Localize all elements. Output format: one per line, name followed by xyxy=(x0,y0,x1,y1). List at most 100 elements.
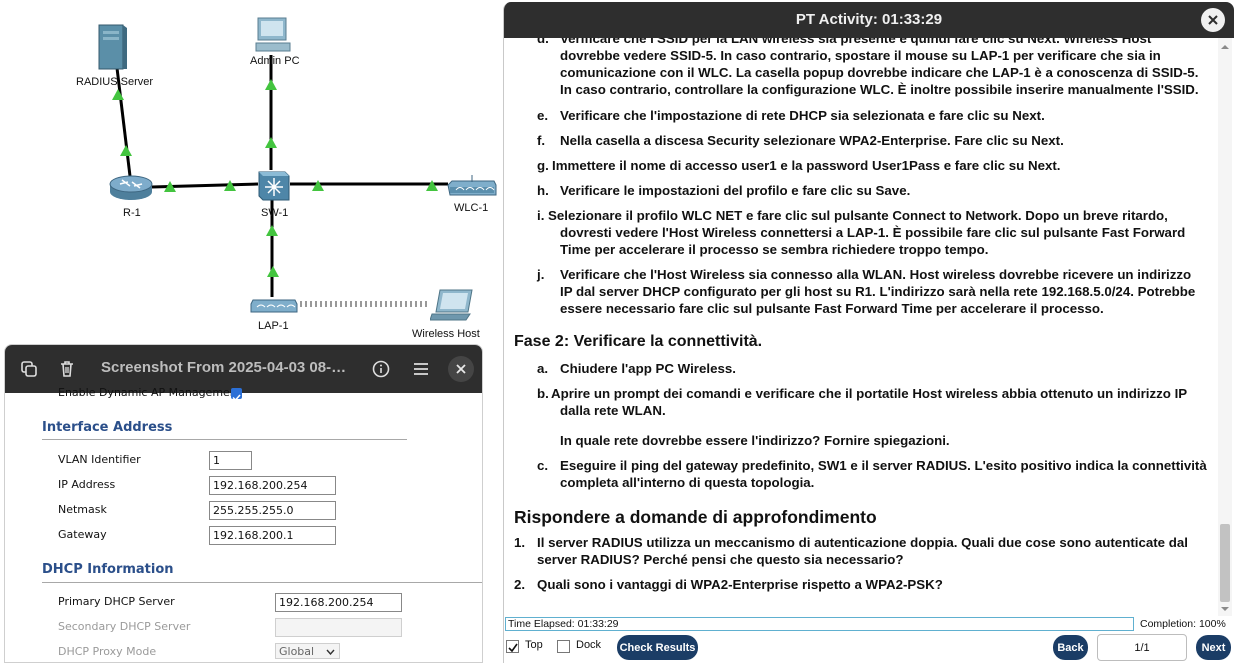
activity-title: PT Activity: 01:33:29 xyxy=(795,11,943,28)
delete-button[interactable] xyxy=(53,355,81,383)
scroll-down-icon[interactable] xyxy=(1218,604,1232,614)
router-label: R-1 xyxy=(123,207,141,219)
gateway-input[interactable]: 192.168.200.1 xyxy=(209,526,336,545)
list-marker: g. xyxy=(537,158,549,173)
completion-percent: Completion: 100% xyxy=(1140,618,1226,630)
question-text: Quali sono i vantaggi di WPA2-Enterprise… xyxy=(537,577,943,592)
list-marker: f. xyxy=(537,133,546,148)
list-item: 2. Quali sono i vantaggi di WPA2-Enterpr… xyxy=(514,576,1214,593)
checkmark-icon xyxy=(232,394,241,402)
instruction-text: In caso contrario, controllare la config… xyxy=(560,82,1199,97)
divider xyxy=(42,582,482,583)
dhcp-proxy-mode-label: DHCP Proxy Mode xyxy=(58,645,157,658)
dynamic-ap-checkbox[interactable] xyxy=(231,388,242,402)
divider xyxy=(42,439,407,440)
instruction-text: Chiudere l'app PC Wireless. xyxy=(560,361,736,376)
switch-icon[interactable] xyxy=(255,168,291,204)
menu-button[interactable] xyxy=(407,355,435,383)
instruction-text: Verificare le impostazioni del profilo e… xyxy=(560,183,911,198)
instruction-text: Verificare che l'impostazione di rete DH… xyxy=(560,108,1045,123)
dhcp-proxy-mode-select[interactable]: Global xyxy=(275,643,340,659)
question-text: server RADIUS? Perché pensi che questo s… xyxy=(537,552,904,567)
instruction-text: Time per accelerare il processo se sembr… xyxy=(560,242,989,257)
list-item: 1. Il server RADIUS utilizza un meccanis… xyxy=(514,534,1214,568)
instruction-text: essere necessario fare clic sul pulsante… xyxy=(560,301,1104,316)
netmask-label: Netmask xyxy=(58,503,107,516)
list-item: h. Verificare le impostazioni del profil… xyxy=(537,182,1217,199)
wlc-icon[interactable] xyxy=(446,175,498,199)
dhcp-information-heading: DHCP Information xyxy=(42,562,174,577)
properties-button[interactable] xyxy=(367,355,395,383)
list-item: i. Selezionare il profilo WLC NET e fare… xyxy=(537,207,1217,258)
secondary-dhcp-input[interactable] xyxy=(275,618,402,637)
scroll-up-icon[interactable] xyxy=(1218,42,1232,52)
list-marker: 2. xyxy=(514,577,526,592)
copy-button[interactable] xyxy=(15,355,43,383)
checkmark-icon xyxy=(508,643,518,653)
next-button[interactable]: Next xyxy=(1196,635,1231,660)
instruction-text: comunicazione con il WLC. La casella pop… xyxy=(560,65,1199,80)
secondary-dhcp-label: Secondary DHCP Server xyxy=(58,620,191,633)
viewer-title: Screenshot From 2025-04-03 08-… xyxy=(101,359,347,376)
list-item: g. Immettere il nome di accesso user1 e … xyxy=(537,157,1217,174)
primary-dhcp-label: Primary DHCP Server xyxy=(58,595,175,608)
instruction-text: dovrebbe vedere SSID-5. In caso contrari… xyxy=(560,48,1161,63)
laptop-icon[interactable] xyxy=(430,288,476,322)
top-label: Top xyxy=(525,639,543,651)
ip-address-input[interactable]: 192.168.200.254 xyxy=(209,476,336,495)
link-up-indicator xyxy=(120,145,132,156)
close-icon xyxy=(456,364,466,374)
admin-pc-label: Admin PC xyxy=(250,55,300,67)
scrollbar-thumb[interactable] xyxy=(1220,524,1230,602)
vertical-scrollbar[interactable] xyxy=(1218,38,1232,616)
check-results-button[interactable]: Check Results xyxy=(617,635,698,660)
pt-activity-window: PT Activity: 01:33:29 d. Verificare che … xyxy=(503,2,1234,663)
dock-checkbox[interactable] xyxy=(557,640,570,653)
dock-label: Dock xyxy=(576,639,602,651)
vlan-identifier-input[interactable]: 1 xyxy=(209,451,252,470)
netmask-input[interactable]: 255.255.255.0 xyxy=(209,501,336,520)
list-marker: a. xyxy=(537,361,549,376)
instruction-text: dovresti vedere l'Host Wireless connette… xyxy=(560,225,1186,240)
instruction-text: Nella casella a discesa Security selezio… xyxy=(560,133,1064,148)
gateway-label: Gateway xyxy=(58,528,107,541)
link-up-indicator xyxy=(266,225,278,236)
viewer-close-button[interactable] xyxy=(448,356,474,382)
activity-close-button[interactable] xyxy=(1201,8,1225,32)
ip-address-label: IP Address xyxy=(58,478,116,491)
instruction-text: Verificare che l'Host Wireless sia conne… xyxy=(560,267,1192,282)
list-marker: c. xyxy=(537,458,549,473)
close-icon xyxy=(1208,15,1218,25)
wireless-host-label: Wireless Host xyxy=(412,328,480,340)
instruction-text: Eseguire il ping del gateway predefinito… xyxy=(560,458,1207,473)
screenshot-content: Enable Dynamic AP Management Interface A… xyxy=(5,386,482,662)
link-up-indicator xyxy=(112,89,124,100)
lap-icon[interactable] xyxy=(249,296,299,316)
time-elapsed-bar: Time Elapsed: 01:33:29 xyxy=(505,617,1134,631)
lap-label: LAP-1 xyxy=(258,320,289,332)
radius-server-label: RADIUS Server xyxy=(76,76,154,88)
admin-pc-icon[interactable] xyxy=(254,16,294,54)
primary-dhcp-input[interactable]: 192.168.200.254 xyxy=(275,593,402,612)
trash-icon xyxy=(61,361,73,377)
list-marker: h. xyxy=(537,183,549,198)
page-indicator[interactable]: 1/1 xyxy=(1097,634,1187,661)
radius-server-icon[interactable] xyxy=(97,23,129,71)
list-item: f. Nella casella a discesa Security sele… xyxy=(537,132,1217,149)
info-icon xyxy=(372,360,390,378)
list-item: a. Chiudere l'app PC Wireless. xyxy=(537,360,1217,377)
image-viewer-window: Screenshot From 2025-04-03 08-… Enable D… xyxy=(4,344,483,663)
list-item: j. Verificare che l'Host Wireless sia co… xyxy=(537,266,1217,317)
instruction-text: Selezionare il profilo WLC NET e fare cl… xyxy=(548,208,1168,223)
router-icon[interactable] xyxy=(108,172,154,202)
chevron-down-icon xyxy=(326,649,335,655)
vlan-identifier-label: VLAN Identifier xyxy=(58,453,141,466)
dhcp-proxy-mode-value: Global xyxy=(279,645,315,658)
list-marker: d. xyxy=(537,38,549,46)
activity-header-bar: PT Activity: 01:33:29 xyxy=(504,2,1234,38)
network-topology-canvas[interactable]: RADIUS Server Admin PC R-1 SW-1 WLC-1 LA… xyxy=(0,0,505,345)
list-marker: e. xyxy=(537,108,549,123)
top-checkbox[interactable] xyxy=(506,640,519,653)
back-button[interactable]: Back xyxy=(1053,635,1088,660)
instruction-text: dalla rete WLAN. xyxy=(560,403,666,418)
